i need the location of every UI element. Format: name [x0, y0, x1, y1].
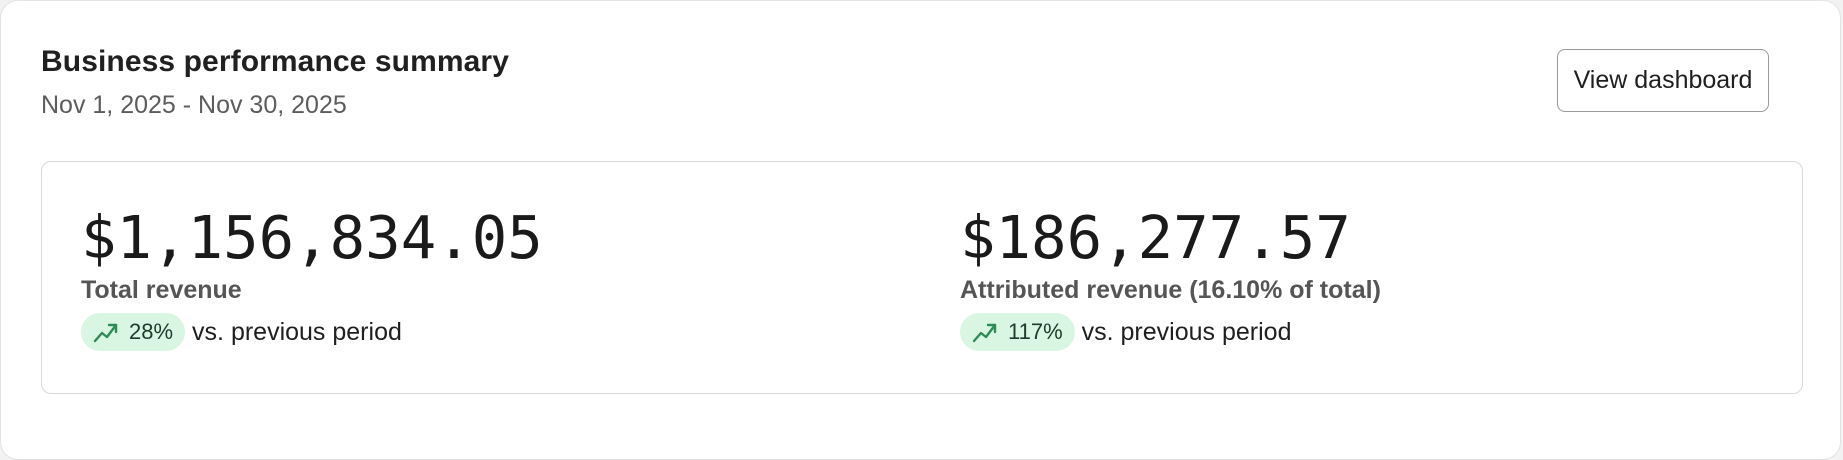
- comparison-text: vs. previous period: [192, 317, 402, 346]
- metrics-panel: $1,156,834.05 Total revenue 28% vs. prev…: [41, 161, 1803, 394]
- metric-value: $186,277.57: [960, 203, 1351, 272]
- metric-label: Attributed revenue (16.10% of total): [960, 276, 1381, 304]
- trending-up-icon: [93, 323, 118, 343]
- performance-summary-card: Business performance summary Nov 1, 2025…: [0, 0, 1841, 460]
- metric-label: Total revenue: [81, 276, 242, 304]
- total-revenue-metric: $1,156,834.05 Total revenue 28% vs. prev…: [81, 202, 543, 351]
- trend-badge: 117%: [960, 313, 1075, 351]
- attributed-revenue-metric: $186,277.57 Attributed revenue (16.10% o…: [960, 202, 1381, 351]
- date-range: Nov 1, 2025 - Nov 30, 2025: [41, 91, 347, 119]
- trend-row: 28% vs. previous period: [81, 313, 543, 351]
- trend-badge: 28%: [81, 313, 186, 351]
- trend-row: 117% vs. previous period: [960, 313, 1381, 351]
- trend-percent: 117%: [1008, 319, 1063, 344]
- comparison-text: vs. previous period: [1081, 317, 1292, 346]
- metric-value: $1,156,834.05: [81, 203, 543, 272]
- trending-up-icon: [972, 323, 997, 343]
- trend-percent: 28%: [129, 319, 174, 344]
- view-dashboard-button[interactable]: View dashboard: [1557, 49, 1769, 112]
- page-title: Business performance summary: [41, 45, 509, 78]
